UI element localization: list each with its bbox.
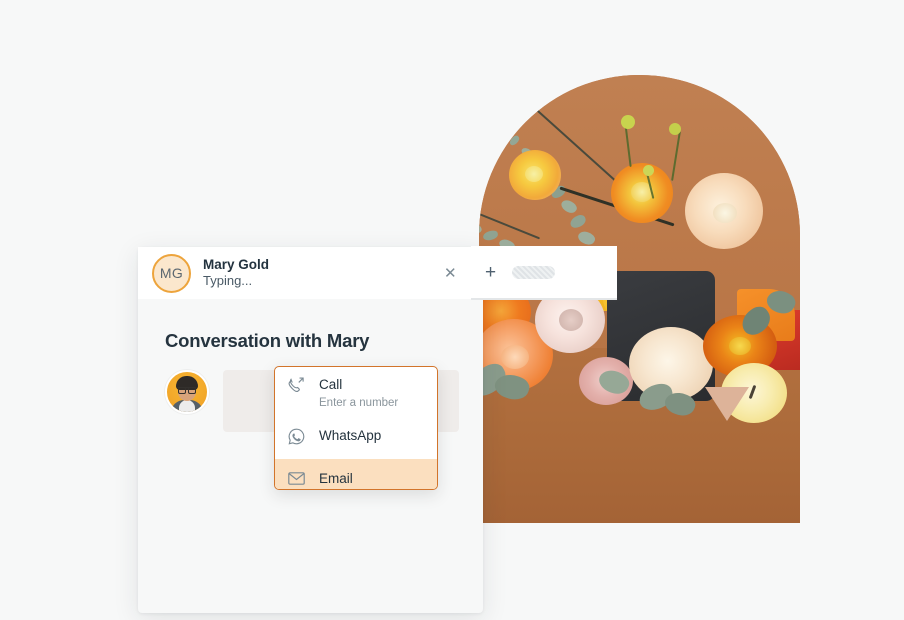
- dropdown-item-label: WhatsApp: [319, 428, 382, 443]
- tab-panel: +: [471, 246, 617, 300]
- flower-center: [525, 166, 543, 182]
- envelope-icon: [288, 472, 310, 485]
- contact-name: Mary Gold: [203, 256, 270, 272]
- flower-bud: [643, 165, 654, 176]
- contact-avatar-initials: MG: [152, 253, 191, 293]
- phone-icon: [288, 376, 310, 393]
- avatar-shirt: [179, 400, 195, 412]
- peony-center: [713, 203, 737, 223]
- flower-bud: [669, 123, 681, 135]
- rose-center: [501, 345, 529, 369]
- dropdown-call-text: Call Enter a number: [319, 376, 398, 409]
- widget-header: MG Mary Gold Typing... ✕ +: [138, 246, 617, 300]
- flower-bud: [621, 115, 635, 129]
- page-title: Conversation with Mary: [165, 330, 370, 351]
- dropdown-item-call[interactable]: Call Enter a number: [275, 367, 437, 413]
- avatar-initials-text: MG: [159, 265, 184, 281]
- flower-center: [729, 337, 751, 355]
- channel-dropdown-menu: Call Enter a number WhatsApp Email: [274, 366, 438, 490]
- dropdown-email-text: Email: [319, 470, 353, 488]
- plus-icon[interactable]: +: [485, 263, 496, 282]
- close-icon[interactable]: ✕: [444, 266, 457, 281]
- tab-placeholder-pill[interactable]: [512, 265, 556, 279]
- dropdown-item-email[interactable]: Email: [275, 459, 437, 489]
- dropdown-item-label: Call: [319, 377, 343, 392]
- dropdown-whatsapp-text: WhatsApp: [319, 427, 381, 445]
- rose-center: [559, 309, 583, 331]
- dropdown-item-sublabel: Enter a number: [319, 397, 399, 409]
- contact-info: Mary Gold Typing...: [203, 257, 269, 289]
- beige-pyramid: [705, 387, 749, 421]
- avatar-glasses: [178, 387, 196, 394]
- dropdown-item-label: Email: [319, 470, 353, 486]
- whatsapp-icon: [288, 428, 310, 445]
- dropdown-item-whatsapp[interactable]: WhatsApp: [275, 413, 437, 459]
- screenshot-stage: MG Mary Gold Typing... ✕ + Conversation …: [0, 0, 904, 620]
- contact-status: Typing...: [203, 273, 253, 289]
- user-avatar-photo: [165, 370, 209, 414]
